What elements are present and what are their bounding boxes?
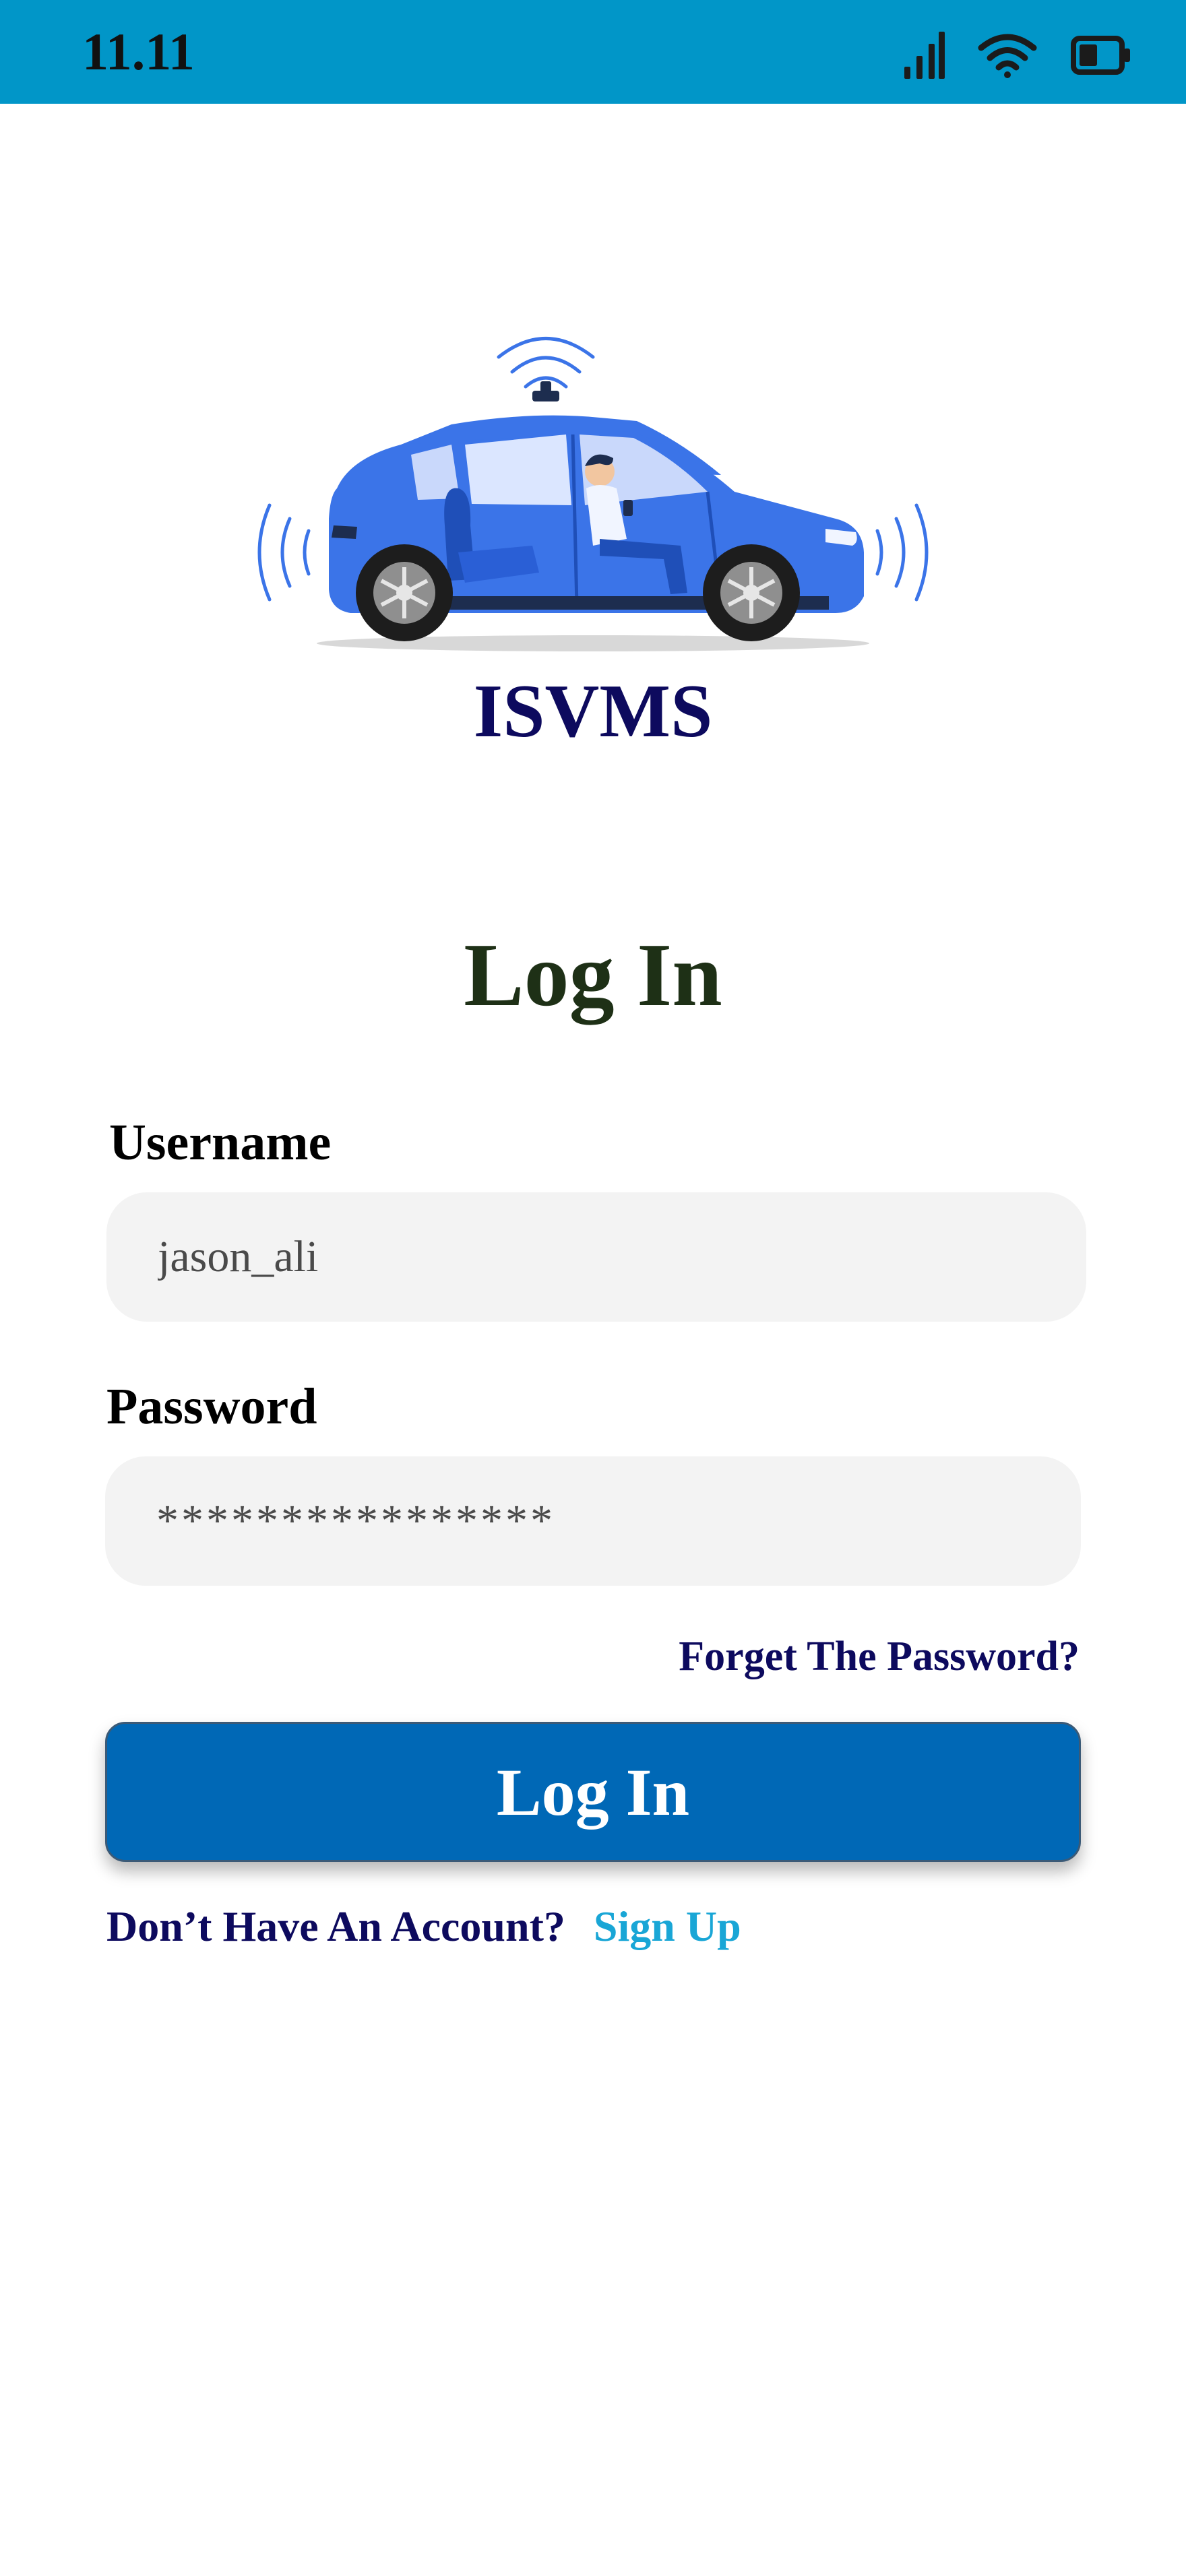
username-input[interactable] — [106, 1192, 1086, 1322]
wifi-icon — [977, 32, 1038, 79]
status-bar: 11.11 — [0, 0, 1186, 104]
login-screen: 11.11 ISVMS Log In Username jason_ali Pa… — [0, 0, 1186, 2576]
front-wheel — [703, 544, 800, 641]
signal-icon — [902, 32, 945, 79]
login-button[interactable]: Log In — [105, 1722, 1081, 1862]
self-driving-car-illustration — [249, 323, 937, 660]
battery-icon — [1070, 35, 1132, 75]
page-title: Log In — [464, 925, 722, 1025]
username-label: Username — [109, 1114, 332, 1171]
signup-prompt: Don’t Have An Account? — [106, 1902, 565, 1950]
signup-link[interactable]: Sign Up — [594, 1905, 741, 1948]
signal-waves-right — [875, 503, 929, 602]
app-name: ISVMS — [473, 670, 713, 753]
password-input[interactable] — [105, 1456, 1081, 1586]
signal-waves-left — [257, 503, 311, 602]
status-time: 11.11 — [82, 22, 195, 81]
forgot-password-link[interactable]: Forget The Password? — [679, 1636, 1080, 1677]
signup-row: Don’t Have An Account? Sign Up — [106, 1905, 741, 1948]
signal-waves-top — [497, 337, 595, 389]
password-label: Password — [106, 1378, 317, 1435]
status-icons — [902, 28, 1132, 82]
rear-wheel — [356, 544, 453, 641]
